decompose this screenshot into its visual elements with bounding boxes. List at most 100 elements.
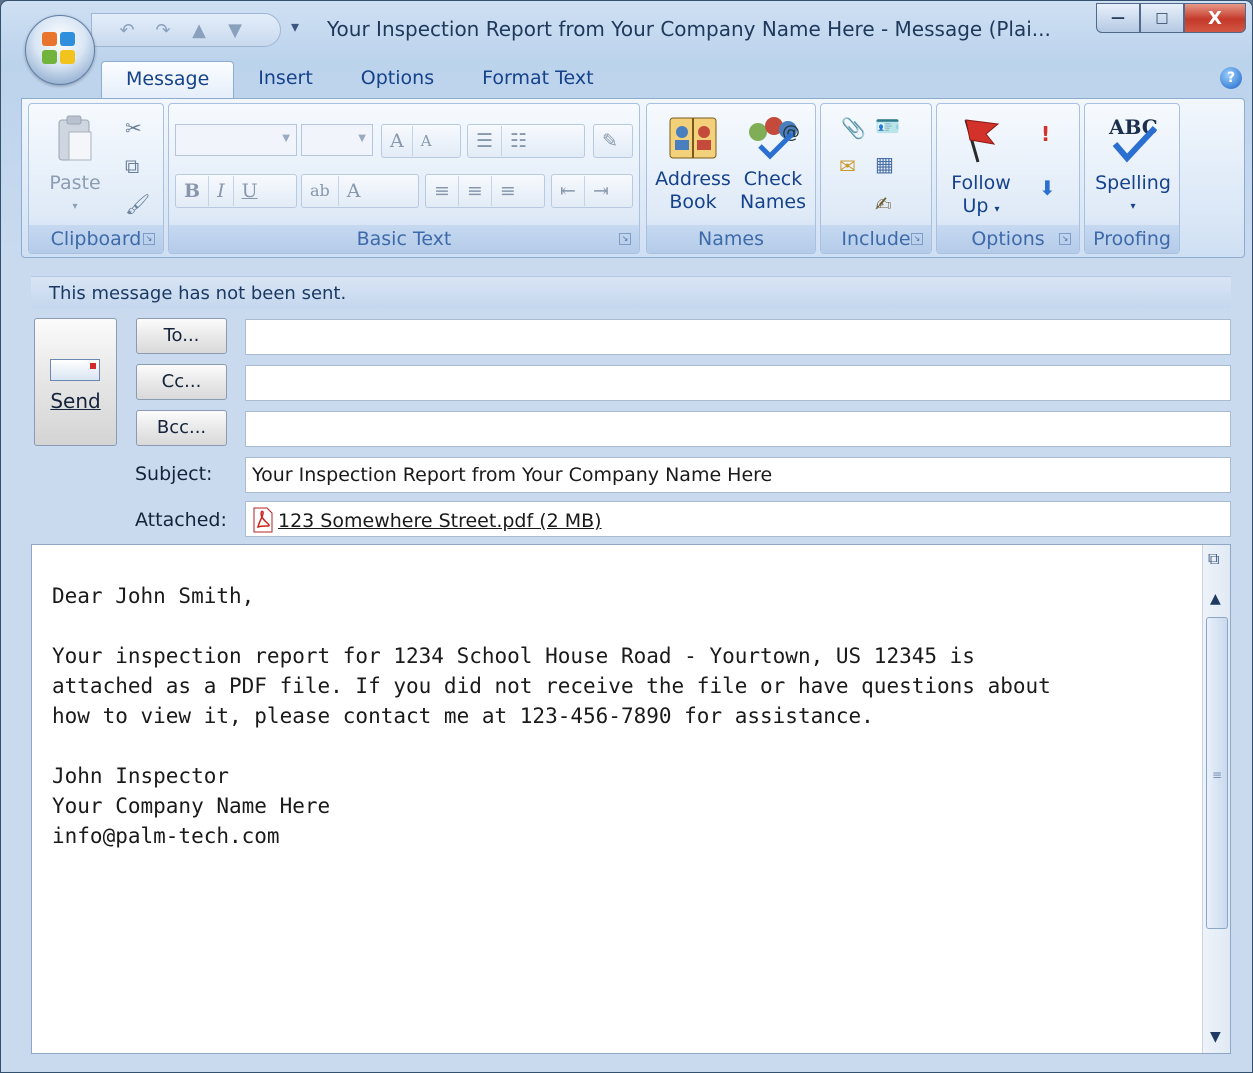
tab-format-text[interactable]: Format Text	[458, 61, 617, 99]
attach-file-icon[interactable]: 📎	[841, 116, 866, 140]
send-envelope-icon	[50, 359, 100, 381]
low-importance-icon[interactable]: ⬇	[1039, 176, 1056, 200]
italic-button[interactable]: I	[209, 176, 234, 206]
undo-icon[interactable]: ↶	[116, 20, 138, 41]
spelling-icon: ABC	[1108, 115, 1158, 163]
indent-buttons: ⇤ ⇥	[551, 174, 633, 208]
vertical-scrollbar[interactable]: ⧉ ▲ ≡ ▼	[1202, 545, 1230, 1053]
spelling-dropdown-icon: ▾	[1130, 201, 1136, 212]
cc-button[interactable]: Cc...	[136, 364, 227, 400]
title-bar: ↶ ↷ ▲ ▼ ▾ Your Inspection Report from Yo…	[1, 1, 1252, 85]
tab-insert[interactable]: Insert	[234, 61, 337, 99]
highlight-button[interactable]: ab	[302, 176, 339, 206]
scroll-down-icon[interactable]: ▼	[1210, 1029, 1221, 1045]
paste-label: Paste	[49, 172, 101, 194]
bold-button[interactable]: B	[176, 176, 210, 206]
paste-dropdown-icon: ▾	[72, 201, 78, 212]
next-item-icon[interactable]: ▼	[224, 20, 246, 41]
font-size-buttons: A A	[381, 124, 461, 158]
format-painter-icon[interactable]: 🖌	[125, 192, 150, 216]
align-center-icon[interactable]: ≡	[459, 176, 492, 206]
underline-button[interactable]: U	[234, 176, 266, 206]
message-body[interactable]: Dear John Smith, Your inspection report …	[31, 544, 1231, 1054]
font-name-combo[interactable]: ▼	[175, 124, 297, 156]
office-button[interactable]	[25, 15, 95, 85]
send-button[interactable]: Send	[34, 318, 117, 446]
ribbon: Paste ▾ ✂ ⧉ 🖌 Clipboard ↘ ▼ ▼ A A ☰ ☷ ✎	[21, 98, 1245, 258]
options-group-label: Options	[937, 225, 1079, 253]
follow-up-label-2: Up ▾	[962, 195, 1000, 217]
align-left-icon[interactable]: ≡	[426, 176, 459, 206]
attached-label: Attached:	[135, 509, 227, 531]
customize-toolbar-icon[interactable]: ▾	[291, 17, 299, 36]
options-launcher-icon[interactable]: ↘	[1059, 233, 1071, 245]
spelling-label: Spelling	[1095, 172, 1171, 194]
spelling-button[interactable]: ABC Spelling ▾	[1089, 112, 1177, 218]
previous-item-icon[interactable]: ▲	[188, 20, 210, 41]
check-names-label-1: Check	[743, 168, 803, 190]
high-importance-icon[interactable]: !	[1041, 122, 1050, 146]
minimize-button[interactable]: —	[1096, 3, 1140, 33]
subject-field[interactable]: Your Inspection Report from Your Company…	[245, 457, 1231, 493]
address-book-icon	[669, 117, 717, 159]
font-size-combo[interactable]: ▼	[301, 124, 373, 156]
names-group-label: Names	[647, 225, 815, 253]
ruler-toggle-icon[interactable]: ⧉	[1208, 549, 1219, 569]
close-button[interactable]: X	[1184, 3, 1246, 33]
subject-label: Subject:	[135, 463, 213, 485]
address-book-button[interactable]: Address Book	[653, 112, 733, 214]
calendar-icon[interactable]: ▦	[875, 152, 894, 176]
to-field[interactable]	[245, 319, 1231, 355]
increase-indent-icon[interactable]: ⇥	[585, 176, 617, 206]
message-window: ↶ ↷ ▲ ▼ ▾ Your Inspection Report from Yo…	[0, 0, 1253, 1073]
ribbon-tabs: Message Insert Options Format Text	[101, 61, 618, 99]
bcc-button[interactable]: Bcc...	[136, 410, 227, 446]
cc-field[interactable]	[245, 365, 1231, 401]
align-buttons: ≡ ≡ ≡	[425, 174, 545, 208]
align-right-icon[interactable]: ≡	[492, 176, 524, 206]
to-button[interactable]: To...	[136, 318, 227, 354]
bcc-field[interactable]	[245, 411, 1231, 447]
redo-icon[interactable]: ↷	[152, 20, 174, 41]
grow-font-button[interactable]: A	[382, 126, 413, 156]
tab-message[interactable]: Message	[101, 61, 235, 99]
signature-icon[interactable]: ✍	[875, 192, 892, 216]
font-color-button[interactable]: A	[339, 176, 369, 206]
include-launcher-icon[interactable]: ↘	[911, 233, 923, 245]
options-group: Follow Up ▾ ! ⬇ Options ↘	[936, 103, 1080, 254]
scroll-up-icon[interactable]: ▲	[1210, 591, 1221, 607]
paste-button[interactable]: Paste ▾	[37, 112, 113, 218]
office-logo-icon	[42, 32, 80, 68]
style-buttons: B I U	[175, 174, 297, 208]
attach-item-icon[interactable]: ✉	[839, 154, 856, 178]
follow-up-button[interactable]: Follow Up ▾	[943, 114, 1019, 221]
cut-icon[interactable]: ✂	[125, 116, 142, 140]
copy-icon[interactable]: ⧉	[125, 154, 139, 178]
proofing-group: ABC Spelling ▾ Proofing	[1084, 103, 1180, 254]
include-group: 📎 🪪 ✉ ▦ ✍ Include ↘	[820, 103, 932, 254]
attached-field: 123 Somewhere Street.pdf (2 MB)	[245, 501, 1231, 537]
clear-formatting-button[interactable]: ✎	[593, 124, 633, 158]
tab-options[interactable]: Options	[337, 61, 458, 99]
window-controls: — □ X	[1096, 3, 1246, 33]
scroll-thumb[interactable]: ≡	[1206, 617, 1228, 929]
business-card-icon[interactable]: 🪪	[875, 114, 900, 138]
list-buttons: ☰ ☷	[467, 124, 585, 158]
info-bar: This message has not been sent.	[31, 276, 1231, 308]
maximize-button[interactable]: □	[1140, 3, 1184, 33]
basic-text-launcher-icon[interactable]: ↘	[619, 233, 631, 245]
message-body-text[interactable]: Dear John Smith, Your inspection report …	[52, 581, 1051, 851]
clipboard-launcher-icon[interactable]: ↘	[143, 233, 155, 245]
shrink-font-button[interactable]: A	[413, 126, 440, 156]
clear-formatting-icon: ✎	[602, 130, 618, 152]
bullets-icon[interactable]: ☰	[468, 126, 503, 156]
help-icon[interactable]: ?	[1220, 67, 1242, 89]
check-names-button[interactable]: @ Check Names	[735, 112, 811, 214]
basic-text-group: ▼ ▼ A A ☰ ☷ ✎ B I U ab A ≡ ≡ ≡ ⇤ ⇥ Basic…	[168, 103, 640, 254]
follow-up-label-1: Follow	[951, 172, 1011, 194]
numbering-icon[interactable]: ☷	[502, 126, 535, 156]
attachment-link[interactable]: 123 Somewhere Street.pdf (2 MB)	[278, 510, 602, 532]
follow-up-flag-icon	[964, 119, 1000, 163]
decrease-indent-icon[interactable]: ⇤	[552, 176, 585, 206]
names-group: Address Book @ Check Names Names	[646, 103, 816, 254]
